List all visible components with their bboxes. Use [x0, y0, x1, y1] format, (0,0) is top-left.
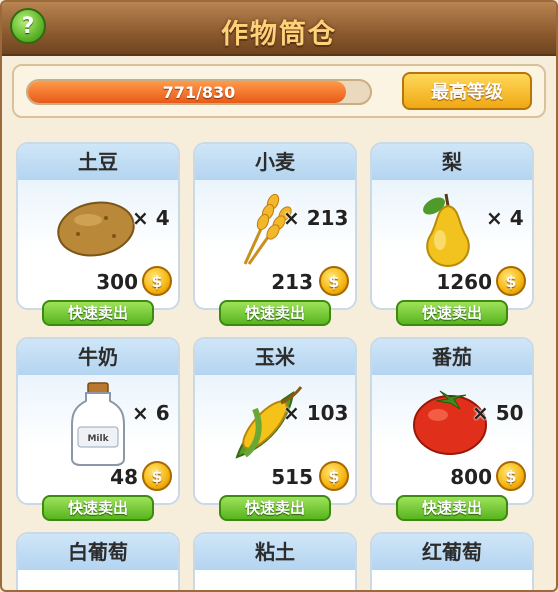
crop-name: 玉米 [195, 339, 355, 375]
potato-icon [57, 201, 135, 257]
page-title: 作物筒仓 [221, 19, 337, 50]
crop-card-clay: 粘土 [193, 532, 357, 590]
pear-icon [423, 193, 470, 268]
crop-name: 牛奶 [18, 339, 178, 375]
coin-icon: $ [319, 461, 349, 491]
crop-qty: × 103 [283, 401, 349, 425]
crop-name: 红葡萄 [372, 534, 532, 570]
crop-qty: × 213 [283, 206, 349, 230]
coin-icon: $ [142, 461, 172, 491]
crop-name: 土豆 [18, 144, 178, 180]
quick-sell-button[interactable]: 快速卖出 [219, 300, 331, 326]
crop-price: 515 [271, 465, 313, 489]
quick-sell-button[interactable]: 快速卖出 [219, 495, 331, 521]
quick-sell-button[interactable]: 快速卖出 [396, 300, 508, 326]
crop-card-potato: 土豆 × 4 300 $ 快速卖出 [16, 142, 180, 326]
crop-qty: × 4 [486, 206, 524, 230]
crop-qty: × 6 [132, 401, 170, 425]
capacity-bar: 771/830 [26, 79, 372, 105]
crop-price: 800 [450, 465, 492, 489]
crop-price: 1260 [436, 270, 492, 294]
crop-card-red-grape: 红葡萄 [370, 532, 534, 590]
crop-card-pear: 梨 × 4 1260 $ 快速卖出 [370, 142, 534, 326]
milk-bottle-icon: Milk [71, 382, 125, 466]
crop-qty: × 4 [132, 206, 170, 230]
crop-name: 小麦 [195, 144, 355, 180]
crop-card-milk: 牛奶 Milk × 6 48 $ 快速卖出 [16, 337, 180, 521]
milk-label: Milk [87, 434, 109, 444]
crop-qty: × 50 [472, 401, 524, 425]
crop-price: 300 [96, 270, 138, 294]
crop-price: 48 [110, 465, 138, 489]
coin-icon: $ [142, 266, 172, 296]
crop-name: 白葡萄 [18, 534, 178, 570]
crop-card-corn: 玉米 × 103 515 $ 快速卖出 [193, 337, 357, 521]
coin-icon: $ [496, 461, 526, 491]
crop-name: 粘土 [195, 534, 355, 570]
max-level-button[interactable]: 最高等级 [402, 72, 532, 110]
crop-card-wheat: 小麦 × 213 213 $ 快速卖出 [193, 142, 357, 326]
quick-sell-button[interactable]: 快速卖出 [42, 495, 154, 521]
crop-price: 213 [271, 270, 313, 294]
crop-card-white-grape: 白葡萄 [16, 532, 180, 590]
silo-window: ? 作物筒仓 771/830 最高等级 土豆 × 4 300 $ 快速卖出 小麦 [0, 0, 558, 592]
crop-name: 番茄 [372, 339, 532, 375]
capacity-panel: 771/830 最高等级 [12, 64, 546, 118]
header-bar: ? 作物筒仓 [2, 2, 556, 56]
coin-icon: $ [496, 266, 526, 296]
quick-sell-button[interactable]: 快速卖出 [396, 495, 508, 521]
crop-card-tomato: 番茄 × 50 800 $ 快速卖出 [370, 337, 534, 521]
crop-name: 梨 [372, 144, 532, 180]
quick-sell-button[interactable]: 快速卖出 [42, 300, 154, 326]
coin-icon: $ [319, 266, 349, 296]
capacity-text: 771/830 [162, 83, 236, 102]
